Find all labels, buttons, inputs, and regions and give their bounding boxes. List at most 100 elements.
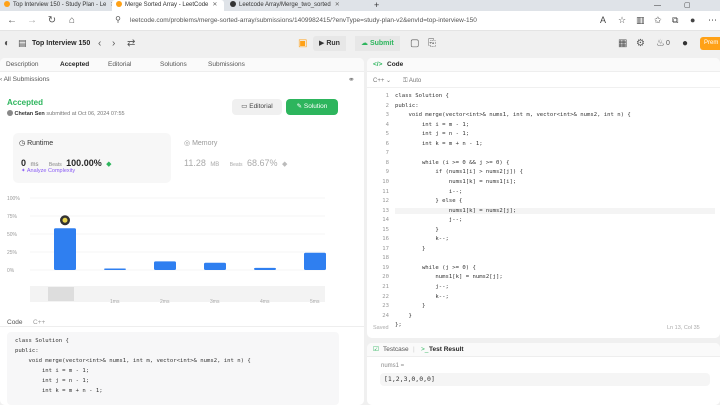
editor-code-line: void merge(vector<int>& nums1, int m, ve… (395, 112, 631, 119)
all-submissions-link[interactable]: ‹ All Submissions (0, 76, 50, 83)
line-number: 3 (385, 112, 389, 119)
editorial-button[interactable]: ▭ Editorial (232, 99, 282, 115)
star-icon[interactable]: ☆ (618, 15, 626, 26)
more-icon[interactable]: ⋯ (708, 15, 717, 26)
editor-code-line: nums1[k] = nums2[j]; (395, 274, 503, 281)
runtime-card[interactable]: ◷ Runtime 0 ms Beats 100.00% ◆ ✦ Analyze… (13, 133, 171, 183)
x-tick-label: 4ms (260, 299, 270, 305)
home-icon[interactable]: ⌂ (66, 15, 78, 26)
editor-code-line: k--; (395, 236, 449, 243)
analyze-complexity-link[interactable]: ✦ Analyze Complexity (21, 168, 75, 174)
premium-button[interactable]: Prem (700, 37, 720, 50)
submit-button[interactable]: ☁ Submit (355, 36, 400, 51)
left-code-line: int k = m + n - 1; (15, 388, 103, 394)
tab-test-result[interactable]: Test Result (429, 343, 464, 357)
browser-tab-active[interactable]: Merge Sorted Array - LeetCode ✕ (112, 0, 224, 11)
line-number: 6 (385, 140, 389, 147)
leetcode-toolbar: ◐ ▤ Top Interview 150 ‹ › ⇄ ▣ ▶ Run ☁ Su… (0, 31, 720, 57)
x-tick-label: 5ms (310, 299, 320, 305)
site-info-icon[interactable]: ⚲ (112, 15, 124, 24)
tab-solutions[interactable]: Solutions (160, 58, 187, 72)
tab-accepted[interactable]: Accepted (60, 58, 89, 72)
new-tab-button[interactable]: + (370, 0, 383, 11)
minimize-icon[interactable]: — (650, 0, 665, 11)
editor-code-line: int k = m + n - 1; (395, 140, 483, 147)
line-number: 24 (382, 312, 389, 319)
translate-icon[interactable]: A (600, 15, 606, 25)
line-number: 1 (385, 93, 389, 99)
tab-testcase[interactable]: Testcase (383, 343, 409, 357)
memory-beats-label: Beats (229, 162, 243, 168)
favorites-icon[interactable]: ✩ (654, 15, 662, 26)
note-icon[interactable]: ⎘ (428, 38, 436, 49)
browser-tab[interactable]: Leetcode Array/Merge_two_sorted ✕ (226, 0, 361, 11)
editor-code-line: int j = n - 1; (395, 131, 470, 138)
left-code-line: class Solution { (15, 338, 69, 344)
line-number: 13 (382, 207, 389, 214)
split-screen-icon[interactable]: ▥ (636, 15, 645, 26)
shuffle-icon[interactable]: ⇄ (127, 38, 135, 49)
language-selector[interactable]: C++ ⌄ (373, 74, 391, 88)
line-number: 2 (385, 102, 389, 109)
chart-range-slider (30, 286, 325, 302)
submit-label: Submit (369, 40, 394, 47)
debug-icon[interactable]: ▣ (298, 38, 307, 49)
beats-icon: ◆ (106, 161, 112, 168)
tab-editorial[interactable]: Editorial (108, 58, 131, 72)
author-avatar (7, 110, 13, 116)
reload-icon[interactable]: ↻ (46, 15, 58, 26)
notes-icon[interactable]: ▢ (410, 38, 419, 49)
settings-icon[interactable]: ⚙ (636, 38, 645, 49)
tab-code[interactable]: Code (387, 58, 403, 72)
editor-code-line: while (j >= 0) { (395, 264, 476, 271)
collections-icon[interactable]: ⧉ (672, 15, 678, 26)
prev-problem-icon[interactable]: ‹ (98, 38, 101, 49)
tab-submissions[interactable]: Submissions (208, 58, 245, 72)
line-number: 19 (382, 264, 389, 271)
auto-complete-toggle[interactable]: ⚿ Auto (403, 74, 421, 88)
next-problem-icon[interactable]: › (112, 38, 115, 49)
memory-value: 11.28 (184, 158, 206, 168)
link-icon[interactable]: ⚭ (348, 75, 355, 84)
memory-card[interactable]: ◎ Memory 11.28 MB Beats 68.67% ◆ (178, 133, 338, 183)
variable-value[interactable]: [1,2,3,0,0,0] (380, 373, 710, 386)
forward-arrow-icon[interactable]: → (26, 15, 38, 26)
avatar[interactable]: ● (682, 38, 688, 49)
back-arrow-icon[interactable]: ← (6, 15, 18, 26)
memory-header: ◎ Memory (184, 139, 217, 147)
left-code-header: Code C++ (0, 316, 364, 327)
solution-button[interactable]: ✎ Solution (286, 99, 338, 115)
runtime-beats: 100.00% (66, 158, 102, 168)
streak-count: 0 (666, 40, 670, 47)
editor-code-line: nums1[k] = nums2[j]; (395, 207, 715, 214)
code-editor-panel: </> Code C++ ⌄ ⚿ Auto 1 class Solution {2… (367, 58, 720, 338)
study-plan-icon[interactable]: ▤ (18, 38, 27, 49)
study-plan-title[interactable]: Top Interview 150 (32, 40, 90, 47)
tab-description[interactable]: Description (6, 58, 39, 72)
run-label: Run (326, 40, 340, 47)
run-button[interactable]: ▶ Run (313, 36, 346, 51)
leetcode-logo-icon[interactable]: ◐ (4, 38, 10, 49)
chip-icon: ◎ (184, 140, 193, 147)
author-name[interactable]: Chetan Sen (15, 111, 45, 117)
language-label: C++ (373, 78, 385, 84)
left-code-block: class Solution { public: void merge(vect… (7, 332, 339, 405)
line-number: 23 (382, 303, 389, 310)
profile-icon[interactable]: ● (690, 15, 695, 25)
y-tick-label: 25% (7, 250, 18, 256)
x-tick-label: 1ms (110, 299, 120, 305)
range-handle (48, 287, 74, 301)
memory-label: Memory (192, 140, 218, 147)
streak-icon[interactable]: ♨ (656, 38, 665, 49)
browser-tab[interactable]: Top Interview 150 - Study Plan - Le✕ (0, 0, 112, 11)
editorial-label: Editorial (249, 103, 273, 110)
line-number: 22 (382, 293, 389, 300)
close-tab-icon[interactable]: ✕ (212, 2, 217, 8)
user-avatar-face (62, 217, 68, 223)
maximize-icon[interactable]: ▢ (680, 0, 695, 11)
editor-code-area[interactable]: 1 class Solution {2 public: 3 void merge(ve… (367, 93, 720, 328)
layout-icon[interactable]: ▦ (618, 38, 627, 49)
close-tab-icon[interactable]: ✕ (335, 2, 340, 8)
editor-code-line: class Solution { (395, 93, 449, 99)
url-field[interactable]: leetcode.com/problems/merge-sorted-array… (130, 14, 560, 28)
